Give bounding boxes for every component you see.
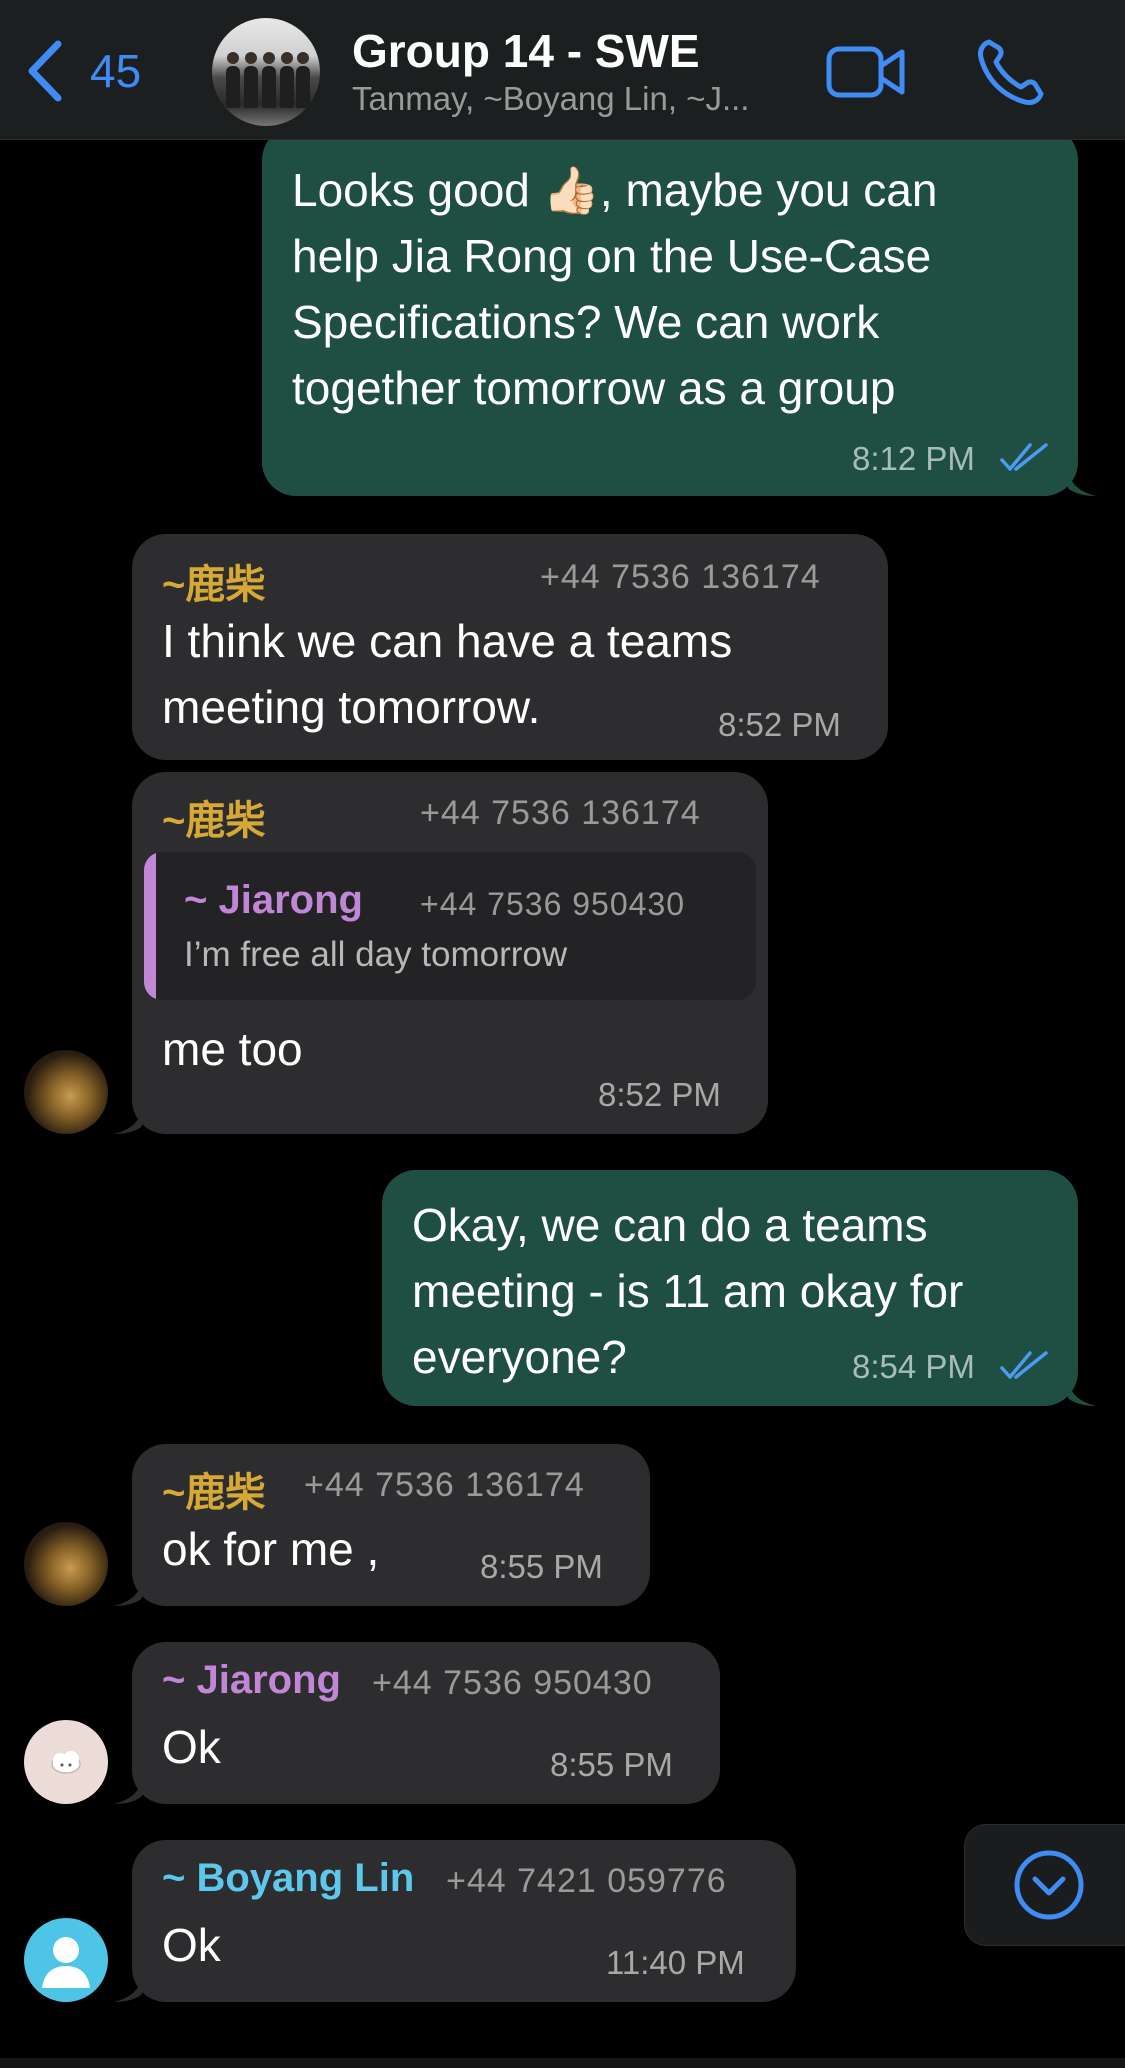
bubble-tail xyxy=(114,1976,142,2002)
message-line: me too xyxy=(162,1023,303,1075)
read-receipt-icon xyxy=(1000,443,1048,471)
sender-name[interactable]: ~ Jiarong xyxy=(162,1658,341,1703)
message-line: Ok xyxy=(162,1919,221,1971)
person-icon xyxy=(42,1937,90,1988)
sender-name[interactable]: ~鹿柴 xyxy=(162,1460,265,1518)
message-bubble-incoming[interactable]: ~ Boyang Lin +44 7421 059776 Ok 11:40 PM xyxy=(132,1840,796,2002)
message-bubble-outgoing[interactable]: Looks good 👍🏻, maybe you can help Jia Ro… xyxy=(262,126,1078,496)
message-bubble-outgoing[interactable]: Okay, we can do a teams meeting - is 11 … xyxy=(382,1170,1078,1406)
quote-accent-bar xyxy=(144,852,156,1000)
quoted-sender-phone: +44 7536 950430 xyxy=(420,886,686,922)
scroll-to-bottom-button[interactable] xyxy=(964,1824,1125,1946)
sender-avatar[interactable] xyxy=(24,1522,108,1606)
message-bubble-incoming[interactable]: ~ Jiarong +44 7536 950430 Ok 8:55 PM xyxy=(132,1642,720,1804)
message-line: help Jia Rong on the Use-Case xyxy=(292,230,932,282)
read-receipt-icon xyxy=(1000,1351,1048,1379)
bubble-tail xyxy=(1068,1380,1096,1406)
chevron-down-circle-icon xyxy=(1014,1850,1084,1920)
bubble-tail xyxy=(1068,470,1096,496)
sender-name[interactable]: ~ Boyang Lin xyxy=(162,1856,414,1901)
quoted-message[interactable]: ~ Jiarong +44 7536 950430 I’m free all d… xyxy=(144,852,756,1000)
sender-avatar[interactable] xyxy=(24,1720,108,1804)
group-title[interactable]: Group 14 - SWE xyxy=(352,24,700,78)
message-line: Specifications? We can work xyxy=(292,296,880,348)
message-line: I think we can have a teams xyxy=(162,615,733,667)
sender-avatar[interactable] xyxy=(24,1918,108,2002)
sender-name[interactable]: ~鹿柴 xyxy=(162,552,265,610)
quoted-text: I’m free all day tomorrow xyxy=(184,935,568,974)
message-time: 8:55 PM xyxy=(480,1548,603,1585)
message-time: 8:52 PM xyxy=(598,1076,721,1113)
message-time: 8:52 PM xyxy=(718,706,841,743)
message-time: 8:55 PM xyxy=(550,1746,673,1783)
chat-header: 45 Group 14 - SWE Tanmay, ~Boyang Lin, ~… xyxy=(0,0,1125,140)
message-line: Ok xyxy=(162,1721,221,1773)
message-line: together tomorrow as a group xyxy=(292,362,896,414)
video-camera-icon[interactable] xyxy=(826,44,906,100)
sender-phone[interactable]: +44 7536 950430 xyxy=(372,1664,653,1703)
chevron-left-icon[interactable] xyxy=(24,40,64,102)
bubble-tail xyxy=(114,1580,142,1606)
sender-avatar[interactable] xyxy=(24,1050,108,1134)
message-line: Looks good 👍🏻, maybe you can xyxy=(292,164,938,216)
message-bubble-incoming[interactable]: ~鹿柴 +44 7536 136174 ~ Jiarong +44 7536 9… xyxy=(132,772,768,1134)
sender-phone[interactable]: +44 7536 136174 xyxy=(420,794,701,833)
message-bubble-incoming[interactable]: ~鹿柴 +44 7536 136174 ok for me , 8:55 PM xyxy=(132,1444,650,1606)
message-line: meeting - is 11 am okay for xyxy=(412,1265,964,1317)
sender-phone[interactable]: +44 7536 136174 xyxy=(540,558,821,597)
cloud-icon xyxy=(51,1751,81,1774)
message-line: meeting tomorrow. xyxy=(162,681,541,733)
message-bubble-incoming[interactable]: ~鹿柴 +44 7536 136174 I think we can have … xyxy=(132,534,888,760)
bubble-tail xyxy=(114,1108,142,1134)
unread-count[interactable]: 45 xyxy=(90,44,141,98)
message-line: Okay, we can do a teams xyxy=(412,1199,928,1251)
message-time: 11:40 PM xyxy=(606,1944,745,1981)
sender-phone[interactable]: +44 7536 136174 xyxy=(304,1466,585,1505)
sender-name[interactable]: ~鹿柴 xyxy=(162,788,265,846)
group-avatar[interactable] xyxy=(212,18,320,126)
composer-edge xyxy=(0,2058,1125,2068)
bubble-tail xyxy=(114,1778,142,1804)
message-time: 8:54 PM xyxy=(852,1348,975,1385)
message-time: 8:12 PM xyxy=(852,440,975,477)
sender-phone[interactable]: +44 7421 059776 xyxy=(446,1862,727,1901)
message-line: everyone? xyxy=(412,1331,627,1383)
quoted-sender-name: ~ Jiarong xyxy=(184,878,363,922)
group-participants[interactable]: Tanmay, ~Boyang Lin, ~J... xyxy=(352,80,749,118)
message-line: ok for me , xyxy=(162,1523,380,1575)
phone-icon[interactable] xyxy=(975,36,1047,108)
